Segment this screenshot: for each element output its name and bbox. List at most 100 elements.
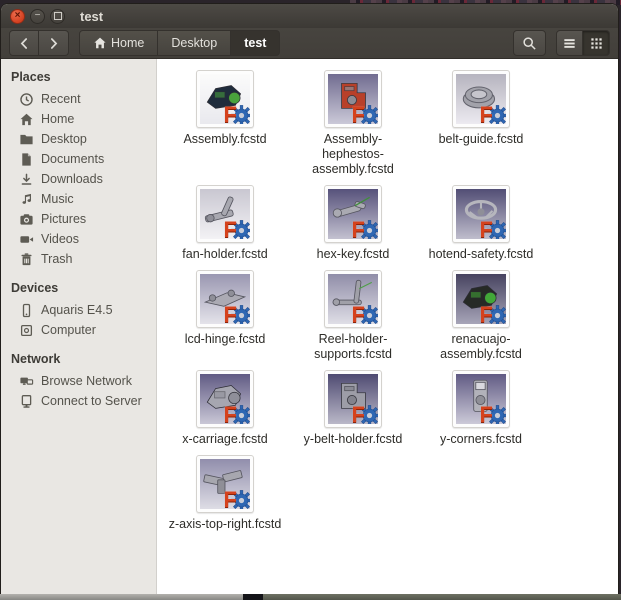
document-icon [19,152,34,167]
file-thumbnail: F [452,270,510,328]
sidebar-item-computer[interactable]: Computer [1,320,156,340]
breadcrumb-desktop[interactable]: Desktop [158,30,231,56]
server-icon [19,394,34,409]
sidebar-section-network: Network Browse Network Connect to Server [1,349,156,411]
sidebar-item-documents[interactable]: Documents [1,149,156,169]
file-name: renacuajo-assembly.fcstd [421,332,541,362]
file-item-hex-key-fcstd[interactable]: Fhex-key.fcstd [289,185,417,262]
file-item-hotend-safety-fcstd[interactable]: Fhotend-safety.fcstd [417,185,545,262]
camera-icon [19,212,34,227]
breadcrumb-home[interactable]: Home [79,30,158,56]
sidebar-item-recent[interactable]: Recent [1,89,156,109]
breadcrumb: Home Desktop test [79,30,280,56]
sidebar-item-label: Computer [41,323,96,337]
list-view-icon [562,36,577,51]
sidebar-item-browse-network[interactable]: Browse Network [1,371,156,391]
forward-button[interactable] [39,30,69,56]
file-name: y-corners.fcstd [440,432,522,447]
freecad-f-logo: F [224,305,237,324]
file-thumbnail: F [452,185,510,243]
file-manager-window: × − test Home Desktop test Places [0,3,619,594]
content-pane[interactable]: F Assembly.fcstd F Assembly-hephestos-assem… [157,59,618,594]
sidebar-item-music[interactable]: Music [1,189,156,209]
sidebar-item-label: Aquaris E4.5 [41,303,113,317]
file-name: belt-guide.fcstd [439,132,524,147]
file-thumbnail: F [324,270,382,328]
sidebar-item-connect-to-server[interactable]: Connect to Server [1,391,156,411]
freecad-f-logo: F [352,405,365,424]
file-item-y-corners-fcstd[interactable]: Fy-corners.fcstd [417,370,545,447]
file-item-lcd-hinge-fcstd[interactable]: Flcd-hinge.fcstd [161,270,289,347]
file-thumbnail: F [196,270,254,328]
window-title: test [80,9,103,24]
sidebar-item-label: Documents [41,152,104,166]
sidebar-heading: Devices [1,278,156,300]
desktop-artifact-bottom [0,594,621,600]
chevron-right-icon [46,36,61,51]
sidebar-item-label: Pictures [41,212,86,226]
file-item-reel-holder-supports-fcstd[interactable]: F Reel-holder-supports.fcstd [289,270,417,362]
sidebar-heading: Places [1,67,156,89]
file-name: Assembly-hephestos-assembly.fcstd [293,132,413,177]
artifact-segment [243,594,263,600]
freecad-f-logo: F [224,405,237,424]
sidebar-item-pictures[interactable]: Pictures [1,209,156,229]
video-icon [19,232,34,247]
file-thumbnail: F [452,370,510,428]
sidebar-item-label: Connect to Server [41,394,142,408]
search-button[interactable] [513,30,546,56]
nav-buttons [9,30,69,56]
file-item-z-axis-top-right-fcstd[interactable]: Fz-axis-top-right.fcstd [161,455,289,532]
file-name: x-carriage.fcstd [182,432,267,447]
artifact-segment [0,594,243,600]
sidebar-item-label: Downloads [41,172,103,186]
sidebar-section-places: Places Recent Home Desktop Documents Download… [1,67,156,269]
toolbar: Home Desktop test [1,28,618,59]
phone-icon [19,303,34,318]
sidebar-section-devices: Devices Aquaris E4.5 Computer [1,278,156,340]
sidebar-item-desktop[interactable]: Desktop [1,129,156,149]
sidebar-item-videos[interactable]: Videos [1,229,156,249]
back-button[interactable] [9,30,39,56]
file-name: Assembly.fcstd [183,132,266,147]
list-view-button[interactable] [556,30,583,56]
chevron-left-icon [17,36,32,51]
breadcrumb-label: Desktop [171,36,217,50]
freecad-f-logo: F [352,220,365,239]
sidebar-item-label: Recent [41,92,81,106]
maximize-button[interactable] [50,9,65,24]
file-name: fan-holder.fcstd [182,247,267,262]
computer-icon [19,323,34,338]
file-thumbnail: F [196,70,254,128]
sidebar-item-home[interactable]: Home [1,109,156,129]
file-item-x-carriage-fcstd[interactable]: Fx-carriage.fcstd [161,370,289,447]
sidebar-item-downloads[interactable]: Downloads [1,169,156,189]
freecad-f-logo: F [480,105,493,124]
sidebar-item-label: Home [41,112,74,126]
grid-view-button[interactable] [583,30,610,56]
file-item-renacuajo-assembly-fcstd[interactable]: Frenacuajo-assembly.fcstd [417,270,545,362]
sidebar-item-label: Videos [41,232,79,246]
freecad-f-logo: F [480,220,493,239]
freecad-f-logo: F [352,105,365,124]
trash-icon [19,252,34,267]
file-item-belt-guide-fcstd[interactable]: Fbelt-guide.fcstd [417,70,545,147]
download-icon [19,172,34,187]
sidebar-heading: Network [1,349,156,371]
sidebar-item-aquaris-e4-5[interactable]: Aquaris E4.5 [1,300,156,320]
file-item-fan-holder-fcstd[interactable]: Ffan-holder.fcstd [161,185,289,262]
breadcrumb-test[interactable]: test [231,30,280,56]
sidebar-item-label: Browse Network [41,374,132,388]
file-item-assembly-fcstd[interactable]: F Assembly.fcstd [161,70,289,147]
file-name: Reel-holder-supports.fcstd [293,332,413,362]
close-button[interactable]: × [10,9,25,24]
breadcrumb-label: Home [111,36,144,50]
file-thumbnail: F [324,185,382,243]
file-name: y-belt-holder.fcstd [304,432,403,447]
file-item-y-belt-holder-fcstd[interactable]: Fy-belt-holder.fcstd [289,370,417,447]
minimize-button[interactable]: − [30,9,45,24]
titlebar[interactable]: × − test [1,4,618,28]
sidebar-item-trash[interactable]: Trash [1,249,156,269]
freecad-f-logo: F [224,105,237,124]
file-item-assembly-hephestos-assembly-fcstd[interactable]: F Assembly-hephestos-assembly.fcstd [289,70,417,177]
